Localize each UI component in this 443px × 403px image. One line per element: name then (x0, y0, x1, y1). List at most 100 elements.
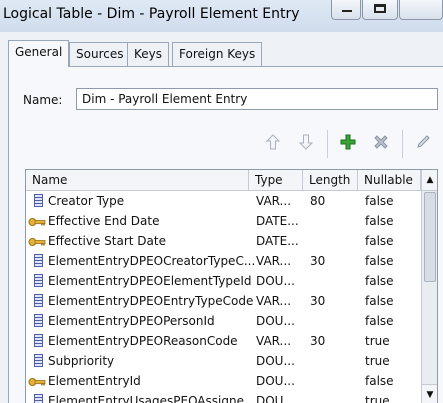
row-nullable-cell: false (365, 194, 394, 208)
name-label-text: Name: (23, 93, 63, 107)
scroll-up-button[interactable]: ▲ (422, 170, 437, 191)
add-icon (340, 134, 356, 150)
column-header-name[interactable]: Name (26, 170, 249, 190)
window-title: Logical Table - Dim - Payroll Element En… (3, 6, 300, 22)
toolbar-separator (327, 130, 328, 158)
row-length-cell (310, 311, 360, 331)
column-icon (34, 394, 43, 403)
scroll-down-button[interactable]: ▼ (422, 384, 437, 403)
row-type-cell: DOU... (256, 354, 295, 368)
key-icon (28, 236, 46, 246)
table-row[interactable]: ElementEntryDPEOCreatorTypeC... VAR... 30 f… (26, 251, 421, 271)
column-icon (34, 194, 43, 207)
down-arrow-icon (298, 134, 314, 150)
table-row[interactable]: ElementEntryDPEOReasonCode VAR... 30 true (26, 331, 421, 351)
table-row[interactable]: ElementEntryId DOU... false (26, 371, 421, 391)
maximize-button[interactable] (362, 0, 398, 20)
name-input[interactable]: Dim - Payroll Element Entry (76, 88, 438, 110)
name-label: Name: (23, 93, 62, 107)
table-row[interactable]: ElementEntryDPEOElementTypeId DOU... false (26, 271, 421, 291)
vertical-scrollbar[interactable]: ▲ ▼ (421, 170, 437, 403)
close-button[interactable] (399, 0, 443, 20)
move-up-button[interactable] (263, 134, 283, 154)
row-length-cell (310, 231, 360, 251)
row-name-cell: Effective Start Date (48, 234, 166, 248)
row-type-cell: VAR... (256, 254, 292, 268)
row-name-cell: ElementEntryDPEOEntryTypeCode (48, 294, 254, 308)
table-row[interactable]: Effective End Date DATE... false (26, 211, 421, 231)
row-type-cell: DATE... (256, 214, 299, 228)
column-icon (34, 314, 43, 327)
row-length-cell: 30 (310, 334, 326, 348)
minimize-icon (342, 10, 352, 12)
row-type-cell: DOU... (256, 314, 295, 328)
row-length-cell (310, 271, 360, 291)
row-length-cell (310, 371, 360, 391)
table-header: Name Type Length Nullable (26, 170, 421, 191)
row-nullable-cell: false (365, 374, 394, 388)
row-name-cell: Effective End Date (48, 214, 160, 228)
title-bar: Logical Table - Dim - Payroll Element En… (0, 0, 443, 32)
column-header-length[interactable]: Length (303, 170, 358, 190)
table-row[interactable]: Effective Start Date DATE... false (26, 231, 421, 251)
move-down-button[interactable] (296, 134, 316, 154)
table-row[interactable]: ElementEntryDPEOEntryTypeCode VAR... 30 fal… (26, 291, 421, 311)
row-nullable-cell: true (365, 334, 390, 348)
row-type-cell: DOU... (256, 394, 295, 403)
row-name-cell: ElementEntryDPEOElementTypeId (48, 274, 252, 288)
row-type-cell: DOU... (256, 374, 295, 388)
column-icon (34, 274, 43, 287)
row-name-cell: Subpriority (48, 354, 115, 368)
row-length-cell: 30 (310, 254, 326, 268)
tab-sources[interactable]: Sources (69, 42, 131, 66)
row-nullable-cell: true (365, 394, 390, 403)
row-nullable-cell: true (365, 354, 390, 368)
row-name-cell: ElementEntryDPEOReasonCode (48, 334, 238, 348)
row-name-cell: ElementEntryDPEOPersonId (48, 314, 215, 328)
column-icon (34, 354, 43, 367)
row-type-cell: DATE... (256, 234, 299, 248)
row-name-cell: Creator Type (48, 194, 125, 208)
up-arrow-icon (265, 134, 281, 150)
row-type-cell: VAR... (256, 334, 292, 348)
row-nullable-cell: false (365, 294, 394, 308)
row-nullable-cell: false (365, 214, 394, 228)
row-name-cell: ElementEntryUsagesPEOAssigne... (48, 394, 256, 403)
add-button[interactable] (338, 134, 358, 154)
row-length-cell (310, 351, 360, 371)
delete-icon (374, 135, 388, 149)
maximize-icon (374, 4, 386, 13)
row-length-cell (310, 211, 360, 231)
row-length-cell: 30 (310, 294, 326, 308)
column-icon (34, 254, 43, 267)
column-header-type[interactable]: Type (249, 170, 303, 190)
edit-button[interactable] (413, 134, 433, 154)
table-row[interactable]: ElementEntryUsagesPEOAssigne... DOU... tru… (26, 391, 421, 403)
row-name-cell: ElementEntryId (48, 374, 141, 388)
column-icon (34, 334, 43, 347)
delete-button[interactable] (371, 134, 391, 154)
scrollbar-thumb[interactable] (424, 192, 436, 282)
row-nullable-cell: false (365, 234, 394, 248)
minimize-button[interactable] (331, 0, 361, 20)
table-row[interactable]: Subpriority DOU... true (26, 351, 421, 371)
scroll-down-icon: ▼ (426, 390, 434, 400)
row-type-cell: VAR... (256, 294, 292, 308)
table-row[interactable]: Creator Type VAR... 80 false (26, 191, 421, 211)
row-name-cell: ElementEntryDPEOCreatorTypeC... (48, 254, 256, 268)
table-row[interactable]: ElementEntryDPEOPersonId DOU... false (26, 311, 421, 331)
tab-keys[interactable]: Keys (127, 42, 170, 66)
row-type-cell: DOU... (256, 274, 295, 288)
toolbar-separator (402, 130, 403, 158)
column-icon (34, 294, 43, 307)
edit-icon (417, 135, 430, 148)
row-nullable-cell: false (365, 254, 394, 268)
row-length-cell (310, 391, 360, 403)
tab-general[interactable]: General (8, 40, 70, 67)
row-nullable-cell: false (365, 314, 394, 328)
tab-foreign-keys[interactable]: Foreign Keys (172, 42, 263, 66)
column-header-nullable[interactable]: Nullable (358, 170, 421, 190)
columns-table[interactable]: Name Type Length Nullable Creator Type VA… (25, 169, 438, 403)
scroll-up-icon: ▲ (426, 175, 434, 185)
row-nullable-cell: false (365, 274, 394, 288)
